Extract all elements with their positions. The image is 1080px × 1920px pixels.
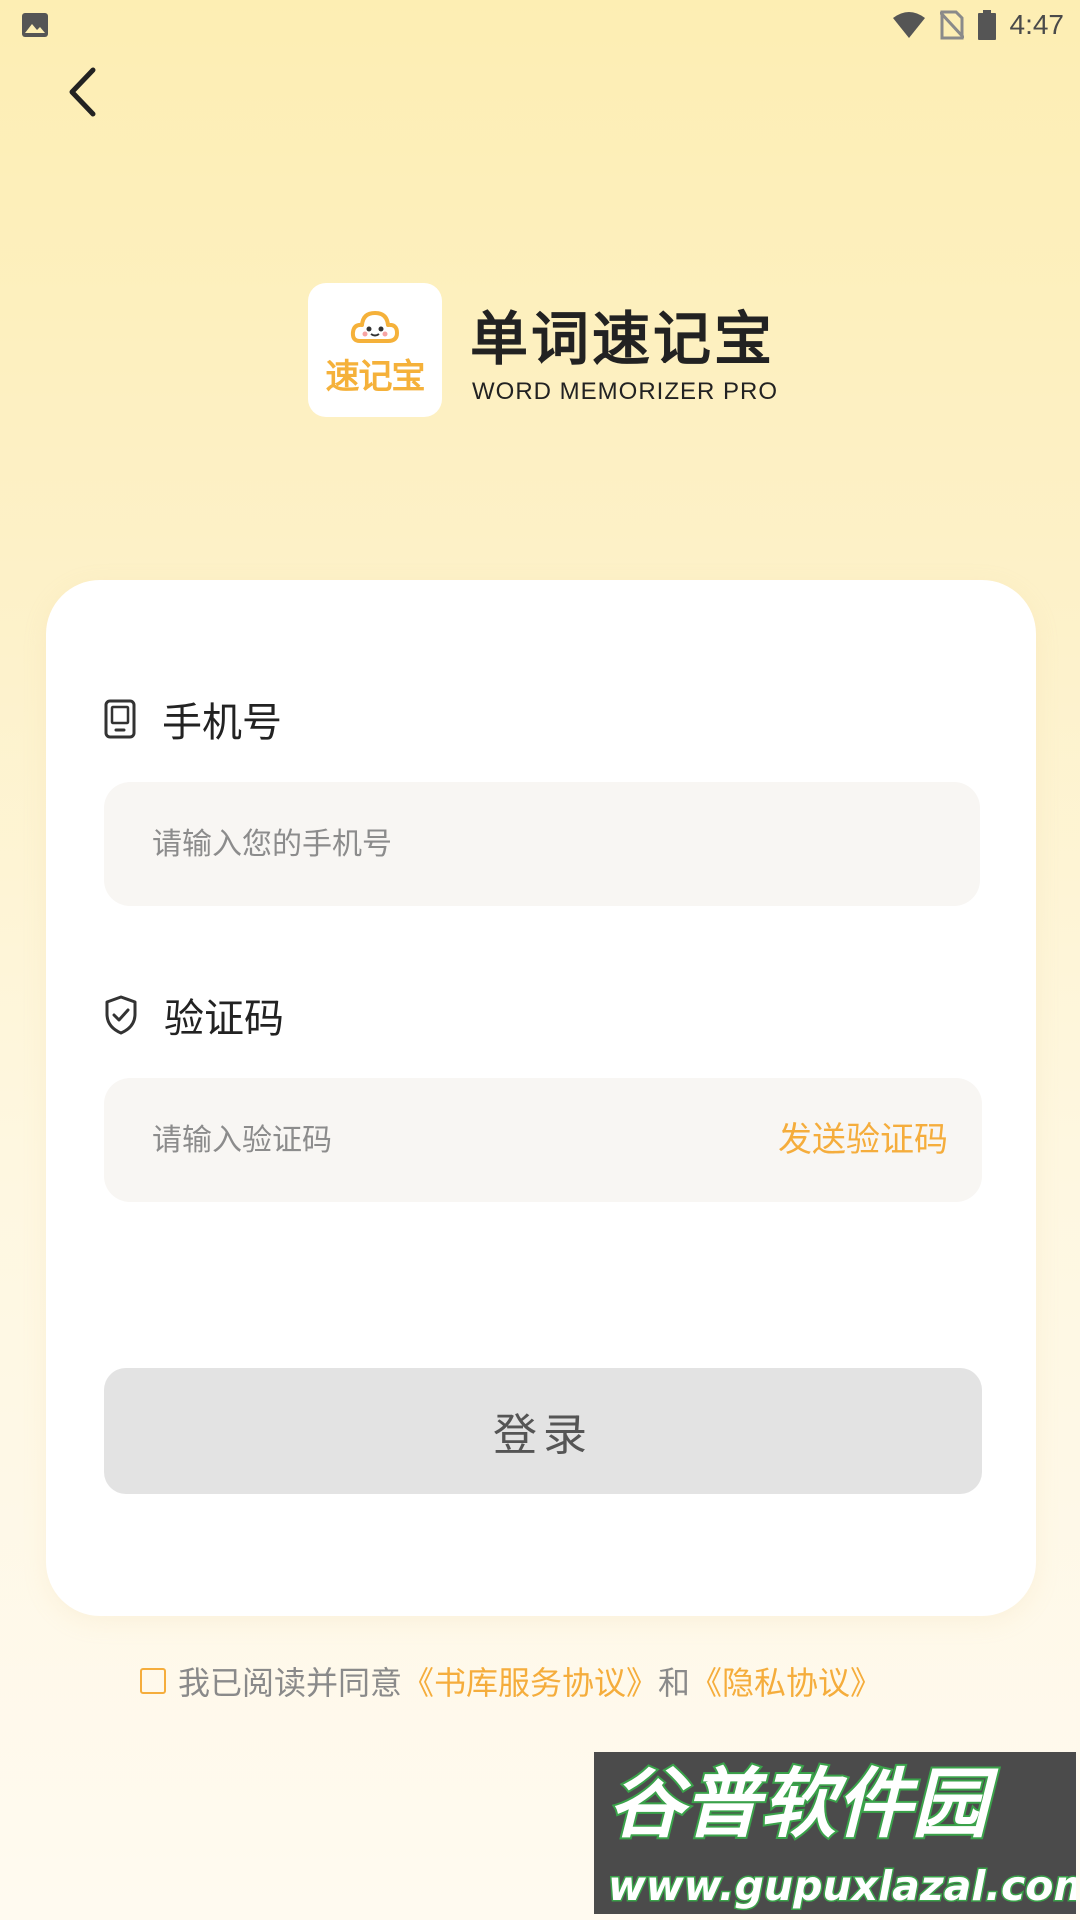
photo-icon [22,13,48,37]
app-subtitle: WORD MEMORIZER PRO [472,378,778,405]
phone-label-row: 手机号 [104,690,282,748]
no-sim-icon [939,10,964,40]
logo-text: 速记宝 [325,357,426,397]
battery-icon [977,10,996,40]
cloud-face-icon [350,311,399,343]
service-agreement-link[interactable]: 《书库服务协议》 [402,1658,658,1704]
back-button[interactable] [52,62,112,122]
status-time: 4:47 [1009,9,1065,40]
code-label-row: 验证码 [104,986,284,1044]
code-input[interactable] [152,1078,712,1202]
send-code-button[interactable]: 发送验证码 [778,1078,948,1202]
wifi-icon [892,12,925,38]
watermark-logo: 谷普软件园 www.gupuxlazal.com [594,1752,1076,1914]
chevron-left-icon [69,67,96,117]
agreement-checkbox[interactable] [140,1668,166,1694]
agreement-prefix: 我已阅读并同意 [178,1664,403,1702]
shield-check-icon [105,995,137,1035]
agreement-conjunction: 和 [658,1664,691,1702]
agreement-row: 我已阅读并同意 《书库服务协议》 和 《隐私协议》 [140,1658,882,1704]
phone-label: 手机号 [162,700,282,746]
app-title: 单词速记宝 [470,305,776,373]
phone-field [104,782,980,906]
status-icons: 4:47 [892,8,1065,42]
app-logo: 速记宝 [308,283,442,417]
svg-text:www.gupuxlazal.com: www.gupuxlazal.com [608,1862,1076,1910]
privacy-agreement-link[interactable]: 《隐私协议》 [690,1658,882,1704]
code-field: 发送验证码 [104,1078,982,1202]
login-button[interactable]: 登录 [104,1368,982,1494]
phone-icon [104,699,136,739]
status-bar: 4:47 [0,0,1080,50]
svg-text:谷普软件园: 谷普软件园 [608,1759,999,1848]
watermark: 谷普软件园 www.gupuxlazal.com [594,1752,1076,1914]
code-label: 验证码 [164,996,284,1042]
phone-input[interactable] [152,782,712,906]
